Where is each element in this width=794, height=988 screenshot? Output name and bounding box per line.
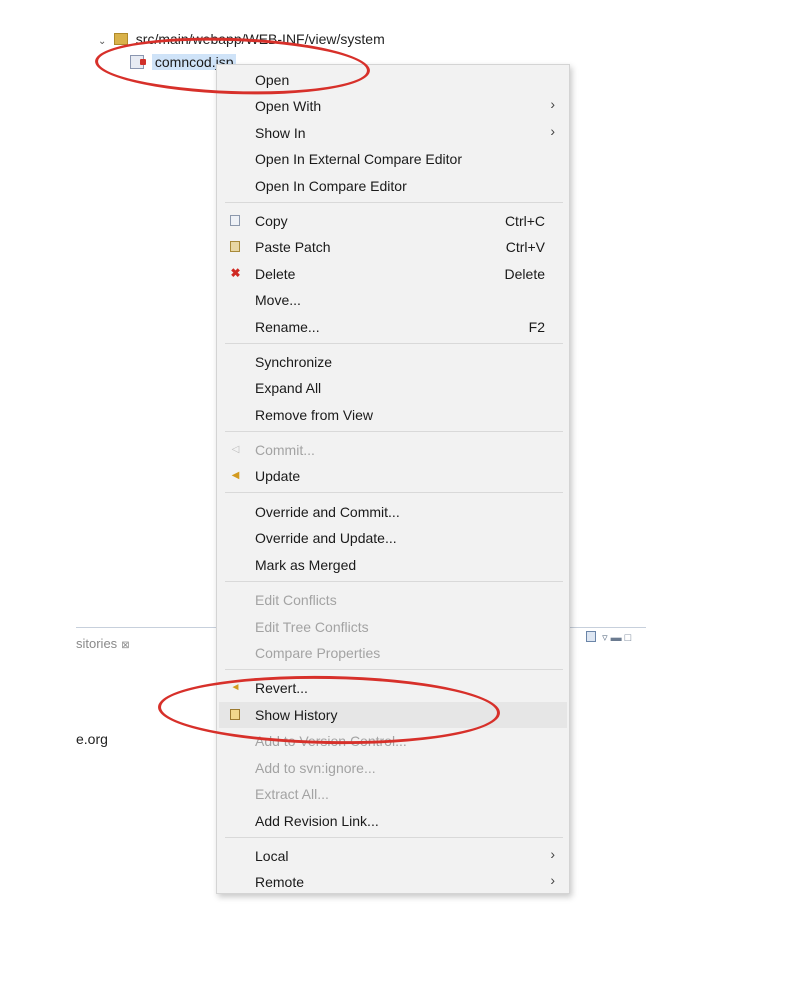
menu-separator [225, 431, 563, 432]
copy-icon [230, 215, 240, 226]
menu-item-open-with[interactable]: Open With › [217, 93, 569, 119]
menu-item-show-history[interactable]: Show History [219, 702, 567, 728]
menu-item-override-and-commit[interactable]: Override and Commit... [217, 499, 569, 525]
folder-path: src/main/webapp/WEB-INF/view/system [135, 31, 385, 47]
maximize-icon[interactable]: □ [625, 632, 635, 644]
folder-icon [113, 33, 128, 45]
menu-item-add-to-svn-ignore[interactable]: Add to svn:ignore... [217, 755, 569, 781]
menu-item-open[interactable]: Open [217, 67, 569, 93]
menu-item-update[interactable]: ◀ Update [217, 463, 569, 489]
paste-icon [230, 241, 240, 252]
view-menu-icon[interactable]: ▿ [602, 632, 611, 644]
menu-item-mark-as-merged[interactable]: Mark as Merged [217, 552, 569, 578]
menu-item-open-in-external-compare-editor[interactable]: Open In External Compare Editor [217, 146, 569, 172]
tree-folder-row[interactable]: ⌄ src/main/webapp/WEB-INF/view/system [98, 31, 385, 47]
view-toolbar: ▿▬□ [586, 631, 634, 644]
chevron-right-icon: › [550, 846, 555, 862]
menu-shortcut: Ctrl+V [505, 239, 545, 255]
menu-shortcut: F2 [528, 319, 545, 335]
commit-icon: ◁ [231, 444, 240, 455]
menu-separator [225, 837, 563, 838]
context-menu: Open Open With › Show In › Open In Exter… [216, 64, 570, 894]
chevron-right-icon: › [550, 872, 555, 888]
menu-item-edit-conflicts[interactable]: Edit Conflicts [217, 587, 569, 613]
menu-item-commit[interactable]: ◁ Commit... [217, 437, 569, 463]
menu-item-remote[interactable]: Remote › [217, 869, 569, 895]
menu-item-synchronize[interactable]: Synchronize [217, 349, 569, 375]
menu-separator [225, 492, 563, 493]
menu-separator [225, 581, 563, 582]
chevron-right-icon: › [550, 96, 555, 112]
menu-item-remove-from-view[interactable]: Remove from View [217, 402, 569, 428]
view-tab[interactable]: sitories ⊠ [76, 636, 130, 651]
menu-item-copy[interactable]: Copy Ctrl+C [217, 208, 569, 234]
menu-item-open-in-compare-editor[interactable]: Open In Compare Editor [217, 173, 569, 199]
history-icon [230, 709, 240, 720]
menu-item-paste-patch[interactable]: Paste Patch Ctrl+V [217, 234, 569, 260]
menu-item-move[interactable]: Move... [217, 287, 569, 313]
menu-item-show-in[interactable]: Show In › [217, 120, 569, 146]
minimize-icon[interactable]: ▬ [611, 632, 625, 644]
revert-icon: ◄ [230, 682, 241, 693]
menu-item-override-and-update[interactable]: Override and Update... [217, 525, 569, 551]
menu-item-expand-all[interactable]: Expand All [217, 375, 569, 401]
close-icon[interactable]: ⊠ [121, 640, 129, 651]
menu-shortcut: Delete [504, 266, 545, 282]
menu-item-add-revision-link[interactable]: Add Revision Link... [217, 808, 569, 834]
chevron-right-icon: › [550, 123, 555, 139]
menu-item-add-to-version-control[interactable]: Add to Version Control... [217, 728, 569, 754]
menu-separator [225, 202, 563, 203]
view-tab-label: sitories [76, 636, 118, 651]
menu-item-extract-all[interactable]: Extract All... [217, 781, 569, 807]
menu-separator [225, 669, 563, 670]
delete-icon: ✖ [230, 266, 241, 280]
menu-item-local[interactable]: Local › [217, 843, 569, 869]
menu-item-revert[interactable]: ◄ Revert... [217, 675, 569, 701]
repository-url-text: e.org [76, 731, 108, 747]
menu-item-edit-tree-conflicts[interactable]: Edit Tree Conflicts [217, 614, 569, 640]
jsp-file-icon [130, 55, 146, 69]
repository-icon[interactable] [586, 631, 596, 642]
chevron-down-icon[interactable]: ⌄ [98, 36, 110, 47]
menu-shortcut: Ctrl+C [504, 213, 545, 229]
menu-item-rename[interactable]: Rename... F2 [217, 314, 569, 340]
menu-item-compare-properties[interactable]: Compare Properties [217, 640, 569, 666]
menu-separator [225, 343, 563, 344]
update-icon: ◀ [231, 470, 240, 481]
menu-item-delete[interactable]: ✖ Delete Delete [217, 261, 569, 287]
